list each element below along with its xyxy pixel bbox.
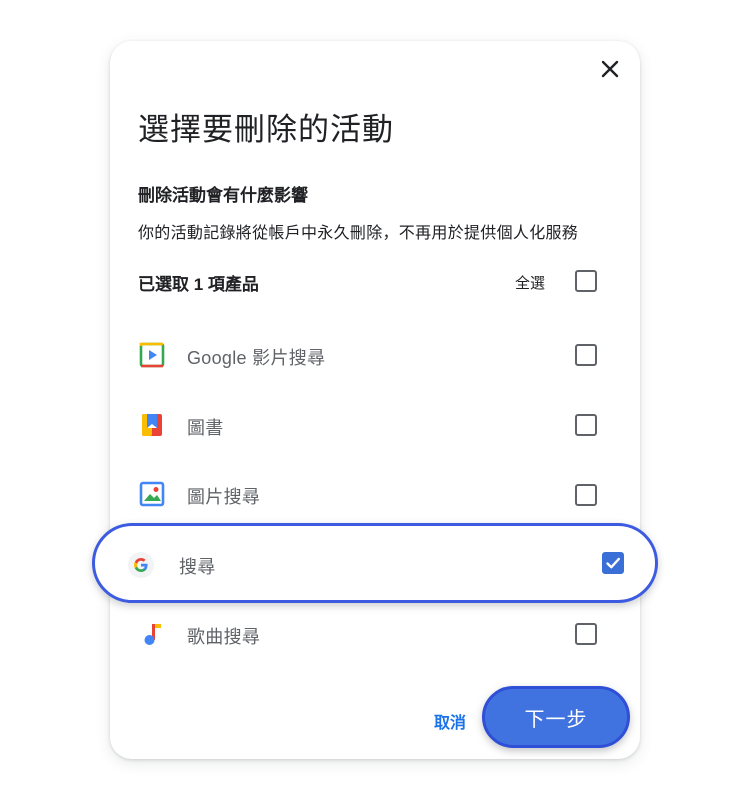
- select-all-checkbox[interactable]: [575, 270, 597, 292]
- video-search-icon: [139, 342, 165, 368]
- close-button[interactable]: [597, 56, 623, 82]
- image-search-icon: [139, 481, 165, 507]
- item-label-books: 圖書: [187, 418, 224, 438]
- item-label-video-search: Google 影片搜尋: [187, 348, 326, 368]
- checkmark-icon: [606, 557, 620, 569]
- item-checkbox-books[interactable]: [575, 414, 597, 436]
- highlighted-row-search[interactable]: [92, 523, 658, 603]
- cancel-button[interactable]: 取消: [434, 709, 466, 733]
- impact-description: 你的活動記錄將從帳戶中永久刪除，不再用於提供個人化服務: [138, 225, 579, 242]
- google-g-icon: [128, 552, 154, 578]
- next-button[interactable]: 下一步: [482, 686, 630, 748]
- item-label-image-search: 圖片搜尋: [187, 487, 261, 507]
- item-checkbox-search[interactable]: [602, 552, 624, 574]
- item-checkbox-image-search[interactable]: [575, 484, 597, 506]
- item-checkbox-song-search[interactable]: [575, 623, 597, 645]
- impact-heading: 刪除活動會有什麼影響: [138, 186, 308, 205]
- item-label-search: 搜尋: [179, 557, 216, 577]
- books-icon: [142, 414, 162, 436]
- item-label-song-search: 歌曲搜尋: [187, 627, 261, 647]
- dialog-title: 選擇要刪除的活動: [138, 112, 394, 147]
- item-checkbox-video-search[interactable]: [575, 344, 597, 366]
- selected-count-label: 已選取 1 項產品: [138, 275, 259, 294]
- select-all-label: 全選: [515, 275, 546, 292]
- music-note-icon: [144, 624, 161, 645]
- close-icon: [601, 60, 619, 78]
